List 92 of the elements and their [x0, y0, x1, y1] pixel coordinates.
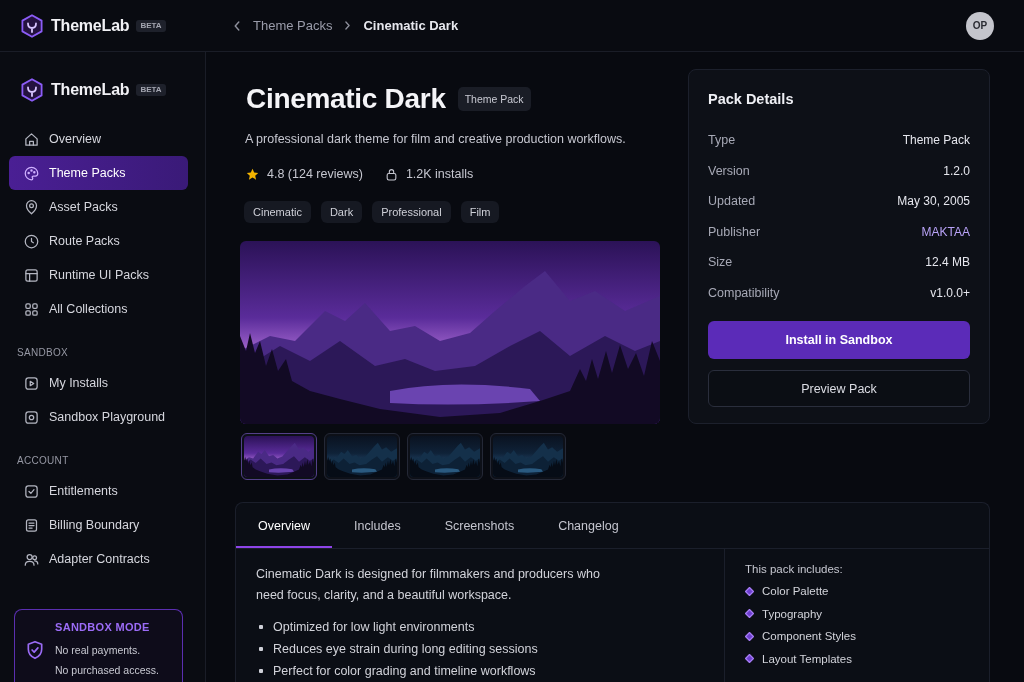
tab[interactable]: Includes: [332, 503, 423, 548]
include-item: Typography: [762, 607, 823, 620]
nav-item[interactable]: Runtime UI Packs: [9, 258, 188, 292]
detail-label: Type: [708, 133, 736, 148]
shield-check-icon: [25, 640, 45, 660]
nav-item[interactable]: Overview: [9, 122, 188, 156]
mountain-thumbnail-drawing: [327, 436, 397, 477]
bullet-icon: [259, 647, 263, 651]
beta-badge: BETA: [136, 19, 166, 32]
detail-value: 12.4 MB: [925, 255, 970, 270]
section-heading: ACCOUNT: [16, 454, 70, 468]
detail-label: Updated: [708, 194, 756, 209]
tab[interactable]: Screenshots: [422, 503, 537, 548]
nav-item[interactable]: Billing Boundary: [9, 508, 188, 542]
detail-value: v1.0.0+: [930, 285, 970, 300]
palette-icon: [24, 165, 39, 181]
detail-value: Theme Pack: [902, 133, 970, 148]
map-pin-icon: [24, 199, 39, 215]
nav-item[interactable]: All Collections: [9, 292, 188, 326]
card-title: Pack Details: [708, 90, 795, 108]
hexagon-logo-icon: [20, 78, 44, 102]
thumbnail-button[interactable]: [324, 433, 400, 480]
install-button[interactable]: Install in Sandbox: [708, 321, 970, 359]
users-icon: [24, 551, 39, 567]
mountain-thumbnail-drawing: [493, 436, 563, 477]
tag-chip[interactable]: Professional: [372, 201, 451, 223]
detail-label: Compatibility: [708, 285, 780, 300]
nav-item[interactable]: Entitlements: [9, 474, 188, 508]
notice-text: No purchased access.: [55, 663, 160, 678]
detail-link[interactable]: MAKTAA: [921, 224, 970, 239]
nav-item[interactable]: Sandbox Playground: [9, 400, 188, 434]
diamond-icon: [745, 631, 754, 641]
tag-chip[interactable]: Cinematic: [244, 201, 311, 223]
play-square-icon: [24, 375, 39, 391]
grid-icon: [24, 301, 39, 317]
tab[interactable]: Overview: [236, 503, 333, 548]
type-badge: Theme Pack: [457, 87, 531, 111]
clock-icon: [24, 233, 39, 249]
mountain-thumbnail-drawing: [244, 436, 314, 477]
tag-chip[interactable]: Film: [460, 201, 500, 223]
notice-title: SANDBOX MODE: [55, 621, 151, 634]
nav-item[interactable]: Route Packs: [9, 224, 188, 258]
home-icon: [24, 131, 39, 147]
nav-item[interactable]: Asset Packs: [9, 190, 188, 224]
breadcrumb-link[interactable]: Theme Packs: [253, 18, 333, 33]
diamond-icon: [745, 654, 754, 664]
bullet-icon: [259, 625, 263, 629]
preview-button[interactable]: Preview Pack: [708, 370, 970, 407]
detail-label: Version: [708, 163, 750, 178]
detail-label: Publisher: [708, 224, 761, 239]
tag-chip[interactable]: Dark: [320, 201, 363, 223]
diamond-icon: [745, 586, 754, 596]
include-item: Component Styles: [762, 630, 856, 643]
thumbnail-button[interactable]: [407, 433, 483, 480]
diamond-icon: [745, 609, 754, 619]
check-square-icon: [24, 483, 39, 499]
chevron-right-icon: [343, 21, 353, 30]
bullet-text: Optimized for low light environments: [273, 620, 475, 634]
section-heading: SANDBOX: [16, 346, 69, 360]
include-item: Color Palette: [762, 585, 829, 598]
detail-value: 1.2.0: [943, 163, 970, 178]
user-avatar[interactable]: OP: [966, 11, 994, 40]
app-name: ThemeLab: [51, 16, 130, 35]
star-icon: [246, 167, 259, 181]
lock-icon: [384, 167, 398, 181]
layout-icon: [24, 267, 39, 283]
app-name: ThemeLab: [51, 81, 130, 99]
installs-count: 1.2K installs: [405, 167, 474, 181]
bullet-text: Reduces eye strain during long editing sessions: [273, 642, 538, 656]
document-icon: [24, 517, 39, 533]
include-item: Layout Templates: [762, 652, 852, 665]
nav-item[interactable]: My Installs: [9, 366, 188, 400]
detail-value: May 30, 2005: [897, 194, 970, 209]
includes-heading: This pack includes:: [745, 562, 844, 577]
tab[interactable]: Changelog: [536, 503, 641, 548]
bullet-text: Perfect for color grading and timeline workflows: [273, 664, 536, 678]
nav-item[interactable]: Theme Packs: [9, 156, 188, 190]
thumbnail-button[interactable]: [241, 433, 317, 480]
nav-item[interactable]: Adapter Contracts: [9, 542, 188, 576]
back-icon[interactable]: [232, 20, 242, 31]
pack-description: A professional dark theme for film and creative production workflows.: [244, 131, 627, 148]
breadcrumb-current: Cinematic Dark: [363, 18, 459, 33]
pack-title: Cinematic Dark: [246, 82, 446, 116]
bullet-icon: [259, 669, 263, 673]
hexagon-logo-icon: [20, 13, 44, 38]
notice-text: No real payments.: [55, 643, 142, 658]
rating-text: 4.8 (124 reviews): [267, 167, 363, 181]
beta-badge: BETA: [136, 84, 166, 96]
detail-label: Size: [708, 255, 733, 270]
mountain-thumbnail-drawing: [410, 436, 480, 477]
overview-paragraph: Cinematic Dark is designed for filmmakers and producers who need focus, clarity, and a beautiful workspace.: [256, 566, 601, 604]
thumbnail-button[interactable]: [490, 433, 566, 480]
